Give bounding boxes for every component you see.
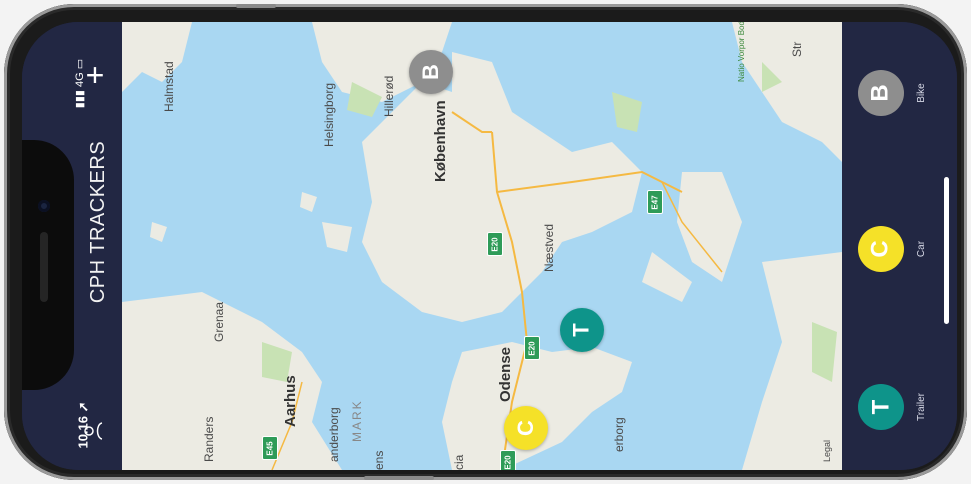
front-camera <box>38 200 50 212</box>
plus-icon: + <box>85 57 105 93</box>
notch <box>22 140 74 390</box>
map-label-ens: ens <box>372 450 386 470</box>
road-badge-e20-3: E20 <box>500 450 516 470</box>
left-toolbar: ▮▮▮ 4G ▭ + CPH TRACKERS 10.16 ➚ <box>22 22 122 470</box>
tracker-icon-car: C <box>858 226 904 272</box>
map-label-str: Str <box>790 41 804 57</box>
map-marker-bike[interactable]: B <box>409 50 453 94</box>
map-label-grenaa: Grenaa <box>212 301 226 342</box>
map-label-hillerod: Hillerød <box>382 75 396 117</box>
tracker-label-bike: Bike <box>916 83 927 103</box>
volume-button <box>236 4 276 8</box>
user-icon <box>84 422 103 440</box>
map-label-aarhus: Aarhus <box>282 375 299 427</box>
map-marker-trailer[interactable]: T <box>560 308 604 352</box>
tracker-icon-trailer: T <box>858 384 904 430</box>
tracker-icon-bike: B <box>858 70 904 116</box>
map-label-halmstad: Halmstad <box>162 61 176 112</box>
map-land <box>122 22 842 470</box>
app-title: CPH TRACKERS <box>87 140 109 304</box>
map-label-mark: MARK <box>350 399 364 442</box>
map-label-helsingborg: Helsingborg <box>322 82 336 147</box>
phone-frame: ▮▮▮ 4G ▭ + CPH TRACKERS 10.16 ➚ Halmstad… <box>4 4 967 480</box>
tracker-label-car: Car <box>916 240 927 258</box>
map-label-anderborg: anderborg <box>327 407 341 462</box>
map-label-kobenhavn: København <box>432 100 449 182</box>
road-badge-e45: E45 <box>262 436 278 460</box>
tracker-item-trailer[interactable]: T Trailer <box>858 384 927 430</box>
profile-button[interactable] <box>80 418 106 444</box>
screen: ▮▮▮ 4G ▭ + CPH TRACKERS 10.16 ➚ Halmstad… <box>22 22 957 470</box>
signal-bars-icon: ▮▮▮ <box>74 90 87 109</box>
road-badge-e20: E20 <box>487 232 503 256</box>
map-marker-car[interactable]: C <box>504 406 548 450</box>
scroll-handle[interactable] <box>944 177 949 324</box>
map-view[interactable]: Halmstad Helsingborg Hillerød København … <box>122 22 842 470</box>
road-badge-e20-2: E20 <box>524 336 540 360</box>
location-arrow-icon: ➚ <box>75 401 91 413</box>
tracker-list: B Bike C Car T Trailer <box>842 22 957 470</box>
tracker-label-trailer: Trailer <box>916 393 927 421</box>
tracker-item-bike[interactable]: B Bike <box>858 70 927 116</box>
road-badge-e47: E47 <box>647 190 663 214</box>
map-label-erborg: erborg <box>612 417 626 452</box>
map-label-naestved: Næstved <box>542 223 556 272</box>
map-label-randers: Randers <box>202 416 216 462</box>
map-label-legal[interactable]: Legal <box>822 440 832 462</box>
map-label-odense: Odense <box>497 346 514 402</box>
add-button[interactable]: + <box>80 57 110 93</box>
power-button <box>364 476 434 480</box>
map-label-national-park: Natio Vorpor Bodden <box>737 22 746 82</box>
map-label-cia: cia <box>452 454 466 470</box>
tracker-item-car[interactable]: C Car <box>858 226 927 272</box>
speaker-grille <box>40 232 48 302</box>
